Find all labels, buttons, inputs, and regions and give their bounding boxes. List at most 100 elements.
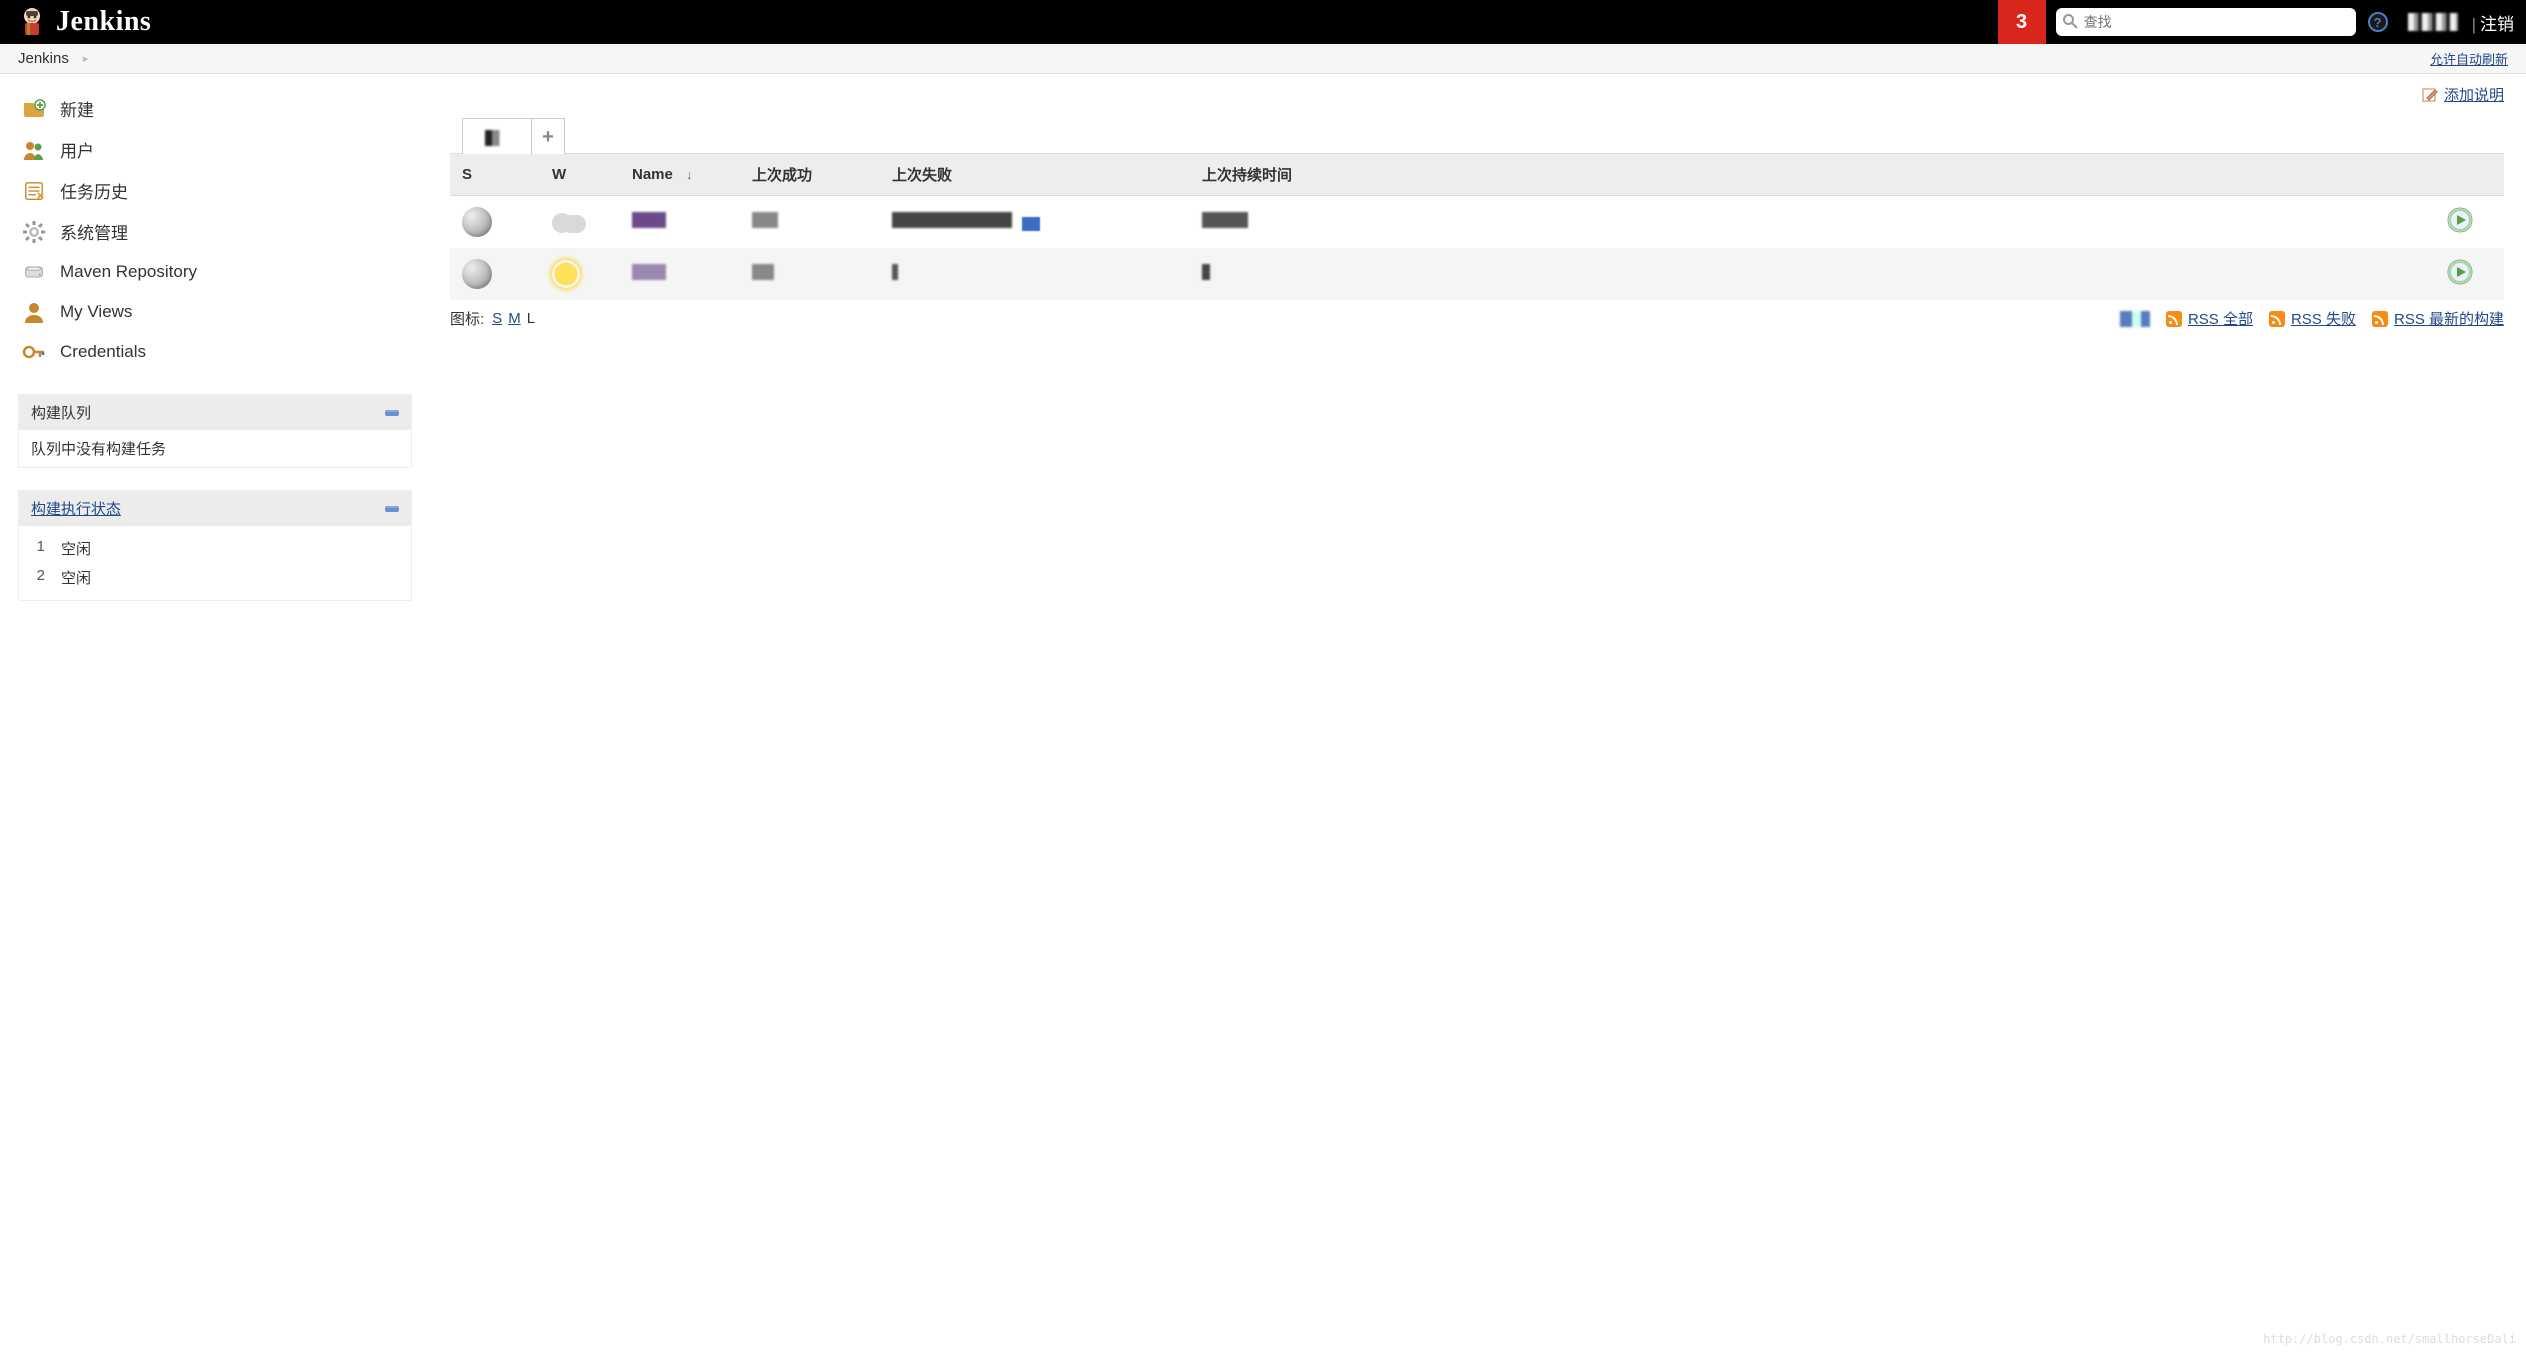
rss-latest[interactable]: RSS 最新的构建 [2372, 308, 2504, 329]
col-last-failure[interactable]: 上次失败 [880, 154, 1190, 196]
build-queue-widget: 构建队列 队列中没有构建任务 [18, 394, 412, 468]
view-tabs: + [462, 109, 2504, 153]
icon-size-l: L [527, 310, 535, 327]
rss-icon [2269, 311, 2285, 327]
nav-label: 用户 [60, 137, 94, 162]
build-link[interactable] [1022, 217, 1040, 231]
auto-refresh-link[interactable]: 允许自动刷新 [2430, 49, 2508, 68]
col-last-success[interactable]: 上次成功 [740, 154, 880, 196]
widget-header: 构建执行状态 [19, 491, 411, 526]
icon-size-selector: 图标: S M L [450, 308, 535, 329]
drive-icon [22, 260, 46, 284]
nav-label: 新建 [60, 96, 94, 121]
breadcrumb-bar: Jenkins ▸ 允许自动刷新 [0, 44, 2526, 74]
last-duration [1190, 248, 2434, 300]
executor-number: 2 [31, 567, 45, 588]
executor-number: 1 [31, 538, 45, 559]
weather-sunny-icon [552, 260, 580, 288]
add-description-link[interactable]: 添加说明 [2444, 84, 2504, 105]
chevron-right-icon: ▸ [83, 52, 89, 65]
header: Jenkins 3 ? |注销 [0, 0, 2526, 44]
executor-status: 空闲 [61, 567, 91, 588]
build-queue-body: 队列中没有构建任务 [19, 430, 411, 467]
col-weather[interactable]: W [540, 154, 620, 196]
watermark: http://blog.csdn.net/smallhorseDali [2263, 1332, 2516, 1346]
nav-my-views[interactable]: My Views [18, 292, 410, 332]
key-icon [22, 340, 46, 364]
weather-cloudy-icon [552, 211, 586, 233]
executors-body: 1 空闲 2 空闲 [19, 526, 411, 600]
widget-title: 构建队列 [31, 402, 91, 423]
executor-status: 空闲 [61, 538, 91, 559]
executors-widget: 构建执行状态 1 空闲 2 空闲 [18, 490, 412, 601]
job-name[interactable] [620, 196, 740, 249]
nav-credentials[interactable]: Credentials [18, 332, 410, 372]
table-row [450, 248, 2504, 300]
executor-row: 2 空闲 [31, 563, 399, 592]
search-box [2056, 8, 2356, 36]
last-duration [1190, 196, 2434, 249]
last-success [740, 248, 880, 300]
col-name[interactable]: Name ↓ [620, 154, 740, 196]
nav-label: 系统管理 [60, 219, 128, 244]
user-name[interactable] [2408, 13, 2458, 31]
last-success [740, 196, 880, 249]
icon-size-label: 图标: [450, 308, 484, 329]
logo[interactable]: Jenkins [18, 5, 151, 39]
brand-title: Jenkins [56, 6, 151, 38]
status-ball-icon [462, 259, 492, 289]
help-icon[interactable]: ? [2368, 12, 2388, 32]
breadcrumb[interactable]: Jenkins [18, 50, 69, 67]
tab-new-view[interactable]: + [531, 118, 565, 154]
user-icon [22, 300, 46, 324]
col-status[interactable]: S [450, 154, 540, 196]
icon-size-s[interactable]: S [492, 310, 502, 327]
collapse-icon[interactable] [385, 506, 399, 512]
nav-label: Maven Repository [60, 262, 197, 282]
last-failure [880, 196, 1190, 249]
notification-badge[interactable]: 3 [1998, 0, 2046, 44]
main-panel: 添加说明 + S W Name ↓ 上次成功 上次失败 上次持续时间 [410, 74, 2526, 621]
col-last-duration[interactable]: 上次持续时间 [1190, 154, 2434, 196]
widget-title-link[interactable]: 构建执行状态 [31, 498, 121, 519]
history-icon [22, 179, 46, 203]
nav-new-item[interactable]: 新建 [18, 88, 410, 129]
collapse-icon[interactable] [385, 410, 399, 416]
sidebar: 新建 用户 任务历史 系统管理 Maven Repository [0, 74, 410, 621]
table-row [450, 196, 2504, 249]
build-now-icon[interactable] [2446, 273, 2474, 290]
status-ball-icon [462, 207, 492, 237]
nav-build-history[interactable]: 任务历史 [18, 170, 410, 211]
build-now-icon[interactable] [2446, 221, 2474, 238]
col-build [2434, 154, 2504, 196]
nav-maven-repo[interactable]: Maven Repository [18, 252, 410, 292]
rss-icon [2372, 311, 2388, 327]
job-name[interactable] [620, 248, 740, 300]
nav-label: Credentials [60, 342, 146, 362]
nav-label: 任务历史 [60, 178, 128, 203]
search-input[interactable] [2056, 8, 2356, 36]
gear-icon [22, 220, 46, 244]
executor-row: 1 空闲 [31, 534, 399, 563]
last-failure [880, 248, 1190, 300]
new-item-icon [22, 97, 46, 121]
nav-label: My Views [60, 302, 132, 322]
tab-all[interactable] [462, 118, 532, 154]
jobs-table: S W Name ↓ 上次成功 上次失败 上次持续时间 [450, 153, 2504, 300]
rss-failed[interactable]: RSS 失败 [2269, 308, 2356, 329]
rss-all[interactable]: RSS 全部 [2166, 308, 2253, 329]
nav-people[interactable]: 用户 [18, 129, 410, 170]
icon-size-m[interactable]: M [508, 310, 521, 327]
table-footer: 图标: S M L RSS 全部 RSS 失败 RSS 最新的构建 [450, 308, 2504, 329]
logout-link[interactable]: |注销 [2472, 10, 2514, 35]
search-icon [2062, 13, 2078, 29]
jenkins-logo-icon [18, 5, 46, 39]
nav-manage[interactable]: 系统管理 [18, 211, 410, 252]
people-icon [22, 138, 46, 162]
queue-empty-text: 队列中没有构建任务 [31, 441, 166, 458]
edit-icon [2422, 87, 2438, 103]
widget-header: 构建队列 [19, 395, 411, 430]
rss-icon [2166, 311, 2182, 327]
sort-down-icon: ↓ [683, 168, 692, 182]
legend-link[interactable] [2120, 311, 2150, 327]
